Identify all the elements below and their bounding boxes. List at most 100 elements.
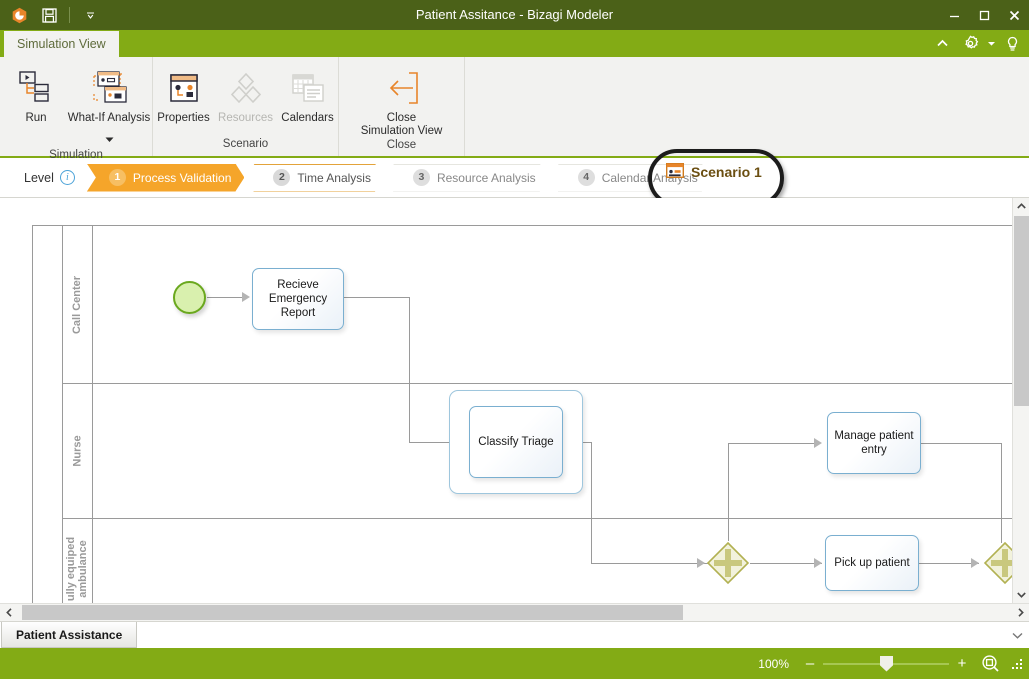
lane-header: ully equiped ambulance: [63, 519, 93, 603]
run-button-label: Run: [25, 112, 47, 124]
tab-simulation-view[interactable]: Simulation View: [4, 31, 119, 57]
run-simulation-icon: [18, 66, 54, 110]
task-label: Recieve Emergency Report: [268, 279, 328, 319]
ribbon-empty-area: [464, 57, 1029, 156]
level-step-time-analysis[interactable]: 2 Time Analysis: [253, 164, 384, 192]
zoom-fit-button[interactable]: [981, 654, 1000, 673]
chevron-down-icon[interactable]: [105, 130, 114, 148]
calendars-icon: [291, 66, 325, 110]
zoom-in-button[interactable]: +: [955, 655, 969, 672]
ribbon-group-simulation: Run What-If Analysis Simulation: [0, 57, 152, 161]
lane-call-center[interactable]: Call Center: [63, 226, 1029, 384]
collapse-ribbon-button[interactable]: [929, 31, 955, 57]
pool-header: [33, 226, 63, 603]
zoom-slider-handle[interactable]: [880, 655, 893, 672]
document-tab-bar: Patient Assistance: [0, 621, 1029, 648]
zoom-slider[interactable]: [823, 655, 949, 672]
sequence-flow: [591, 442, 592, 563]
level-step-process-validation[interactable]: 1 Process Validation: [87, 164, 245, 192]
resources-label: Resources: [218, 112, 273, 124]
lane-label: ully equiped ambulance: [65, 536, 90, 602]
lane-label: Call Center: [71, 275, 84, 334]
level-label: Level: [24, 170, 54, 185]
chevron-down-icon[interactable]: [1012, 622, 1023, 648]
resize-grip-icon[interactable]: [1010, 657, 1024, 671]
task-pick-up-patient[interactable]: Pick up patient: [825, 535, 919, 591]
sequence-flow: [919, 563, 979, 564]
start-event[interactable]: [173, 281, 206, 314]
sequence-flow: [750, 563, 822, 564]
vertical-scroll-thumb[interactable]: [1014, 216, 1029, 406]
bpmn-pool[interactable]: Call Center Nurse ully equiped ambulance: [32, 225, 1029, 603]
task-classify-triage[interactable]: Classify Triage: [469, 406, 563, 478]
zoom-percentage: 100%: [758, 656, 789, 671]
level-step-label: Resource Analysis: [436, 170, 536, 185]
what-if-analysis-label: What-If Analysis: [67, 112, 151, 124]
scenario-label: Scenario 1: [691, 164, 762, 180]
close-simulation-view-button[interactable]: Close Simulation View: [346, 62, 458, 138]
close-simulation-view-label: Close Simulation View: [360, 112, 443, 137]
close-button[interactable]: [999, 0, 1029, 30]
task-manage-patient-entry[interactable]: Manage patient entry: [827, 412, 921, 474]
chevron-down-icon[interactable]: [77, 3, 103, 27]
task-label: Pick up patient: [834, 557, 910, 569]
parallel-gateway-1[interactable]: [706, 541, 750, 585]
chevron-down-icon[interactable]: [985, 31, 997, 57]
properties-button[interactable]: Properties: [153, 62, 215, 125]
window-title: Patient Assitance - Bizagi Modeler: [415, 7, 614, 22]
horizontal-scroll-thumb[interactable]: [22, 605, 683, 620]
sequence-flow: [921, 443, 1001, 444]
run-button[interactable]: Run: [5, 62, 67, 125]
maximize-button[interactable]: [969, 0, 999, 30]
scroll-left-button[interactable]: [0, 604, 18, 621]
properties-label: Properties: [157, 112, 210, 124]
bpmn-diagram: Call Center Nurse ully equiped ambulance: [0, 198, 1029, 603]
calendars-label: Calendars: [281, 112, 334, 124]
ribbon-group-scenario-label: Scenario: [222, 138, 269, 150]
level-step-number: 1: [109, 169, 126, 186]
gear-icon[interactable]: [957, 31, 983, 57]
lane-label: Nurse: [71, 435, 84, 467]
what-if-analysis-icon: [89, 66, 129, 110]
status-bar: 100% – +: [0, 648, 1029, 679]
level-label-group: Level i: [24, 170, 75, 185]
scroll-up-button[interactable]: [1013, 198, 1029, 215]
sequence-flow: [728, 443, 820, 444]
resources-icon: [229, 66, 263, 110]
scroll-right-button[interactable]: [1011, 604, 1029, 621]
resources-button: Resources: [215, 62, 277, 125]
minimize-button[interactable]: [939, 0, 969, 30]
lane-header: Call Center: [63, 226, 93, 383]
level-step-resource-analysis[interactable]: 3 Resource Analysis: [393, 164, 549, 192]
scenario-button[interactable]: Scenario 1: [665, 162, 762, 181]
document-tab-patient-assistance[interactable]: Patient Assistance: [1, 622, 138, 648]
save-icon[interactable]: [36, 3, 62, 27]
close-simulation-view-icon: [383, 66, 421, 110]
task-recieve-emergency-report[interactable]: Recieve Emergency Report: [252, 268, 344, 330]
vertical-scrollbar[interactable]: [1012, 198, 1029, 603]
zoom-out-button[interactable]: –: [803, 655, 817, 672]
calendars-button: Calendars: [277, 62, 339, 125]
application-window: Patient Assitance - Bizagi Modeler Simul…: [0, 0, 1029, 679]
ribbon: Run What-If Analysis Simulation Properti…: [0, 57, 1029, 161]
diagram-canvas[interactable]: Call Center Nurse ully equiped ambulance: [0, 198, 1029, 603]
lightbulb-icon[interactable]: [999, 31, 1025, 57]
info-icon[interactable]: i: [59, 170, 75, 185]
sequence-flow: [344, 297, 409, 298]
scroll-down-button[interactable]: [1013, 586, 1029, 603]
toolbar-divider: [69, 7, 70, 23]
flow-arrow: [971, 558, 979, 568]
horizontal-scrollbar[interactable]: [0, 603, 1029, 621]
properties-icon: [168, 66, 200, 110]
ribbon-group-close-label: Close: [386, 139, 417, 151]
window-controls: [939, 0, 1029, 30]
level-bar: Level i 1 Process Validation 2 Time Anal…: [0, 158, 1029, 198]
flow-arrow: [242, 292, 250, 302]
task-label: Manage patient entry: [834, 430, 914, 456]
flow-arrow: [814, 558, 822, 568]
what-if-analysis-button[interactable]: What-If Analysis: [67, 62, 151, 148]
level-step-number: 4: [578, 169, 595, 186]
sequence-flow: [409, 297, 410, 442]
ribbon-tab-strip-actions: [929, 30, 1025, 57]
bizagi-hexagon-logo[interactable]: [6, 3, 32, 27]
